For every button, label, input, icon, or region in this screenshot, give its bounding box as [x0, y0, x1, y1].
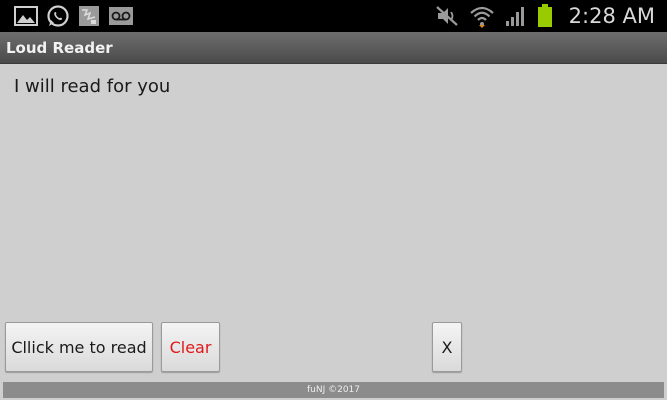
reader-text[interactable]: I will read for you — [14, 76, 170, 97]
close-button[interactable]: X — [432, 322, 462, 372]
status-bar-clock: 2:28 AM — [568, 4, 655, 28]
status-bar-notifications — [0, 4, 134, 28]
app-title-bar: Loud Reader — [0, 32, 667, 64]
status-bar: 2:28 AM — [0, 0, 667, 32]
signal-icon — [505, 7, 524, 26]
footer-bar: fuNJ ©2017 — [3, 382, 664, 398]
image-broken-icon — [79, 6, 99, 26]
battery-icon — [537, 4, 552, 27]
clear-button[interactable]: Clear — [161, 322, 220, 372]
status-bar-system: 2:28 AM — [435, 0, 655, 32]
whatsapp-icon — [47, 5, 69, 27]
wifi-icon — [469, 6, 494, 28]
app-title: Loud Reader — [6, 38, 113, 57]
main-content: I will read for you Cllick me to read Cl… — [0, 64, 667, 380]
read-button[interactable]: Cllick me to read — [5, 322, 153, 372]
gallery-icon — [14, 6, 38, 26]
voicemail-icon — [109, 7, 133, 25]
mute-icon — [435, 6, 458, 26]
footer-copyright: fuNJ ©2017 — [306, 385, 361, 395]
